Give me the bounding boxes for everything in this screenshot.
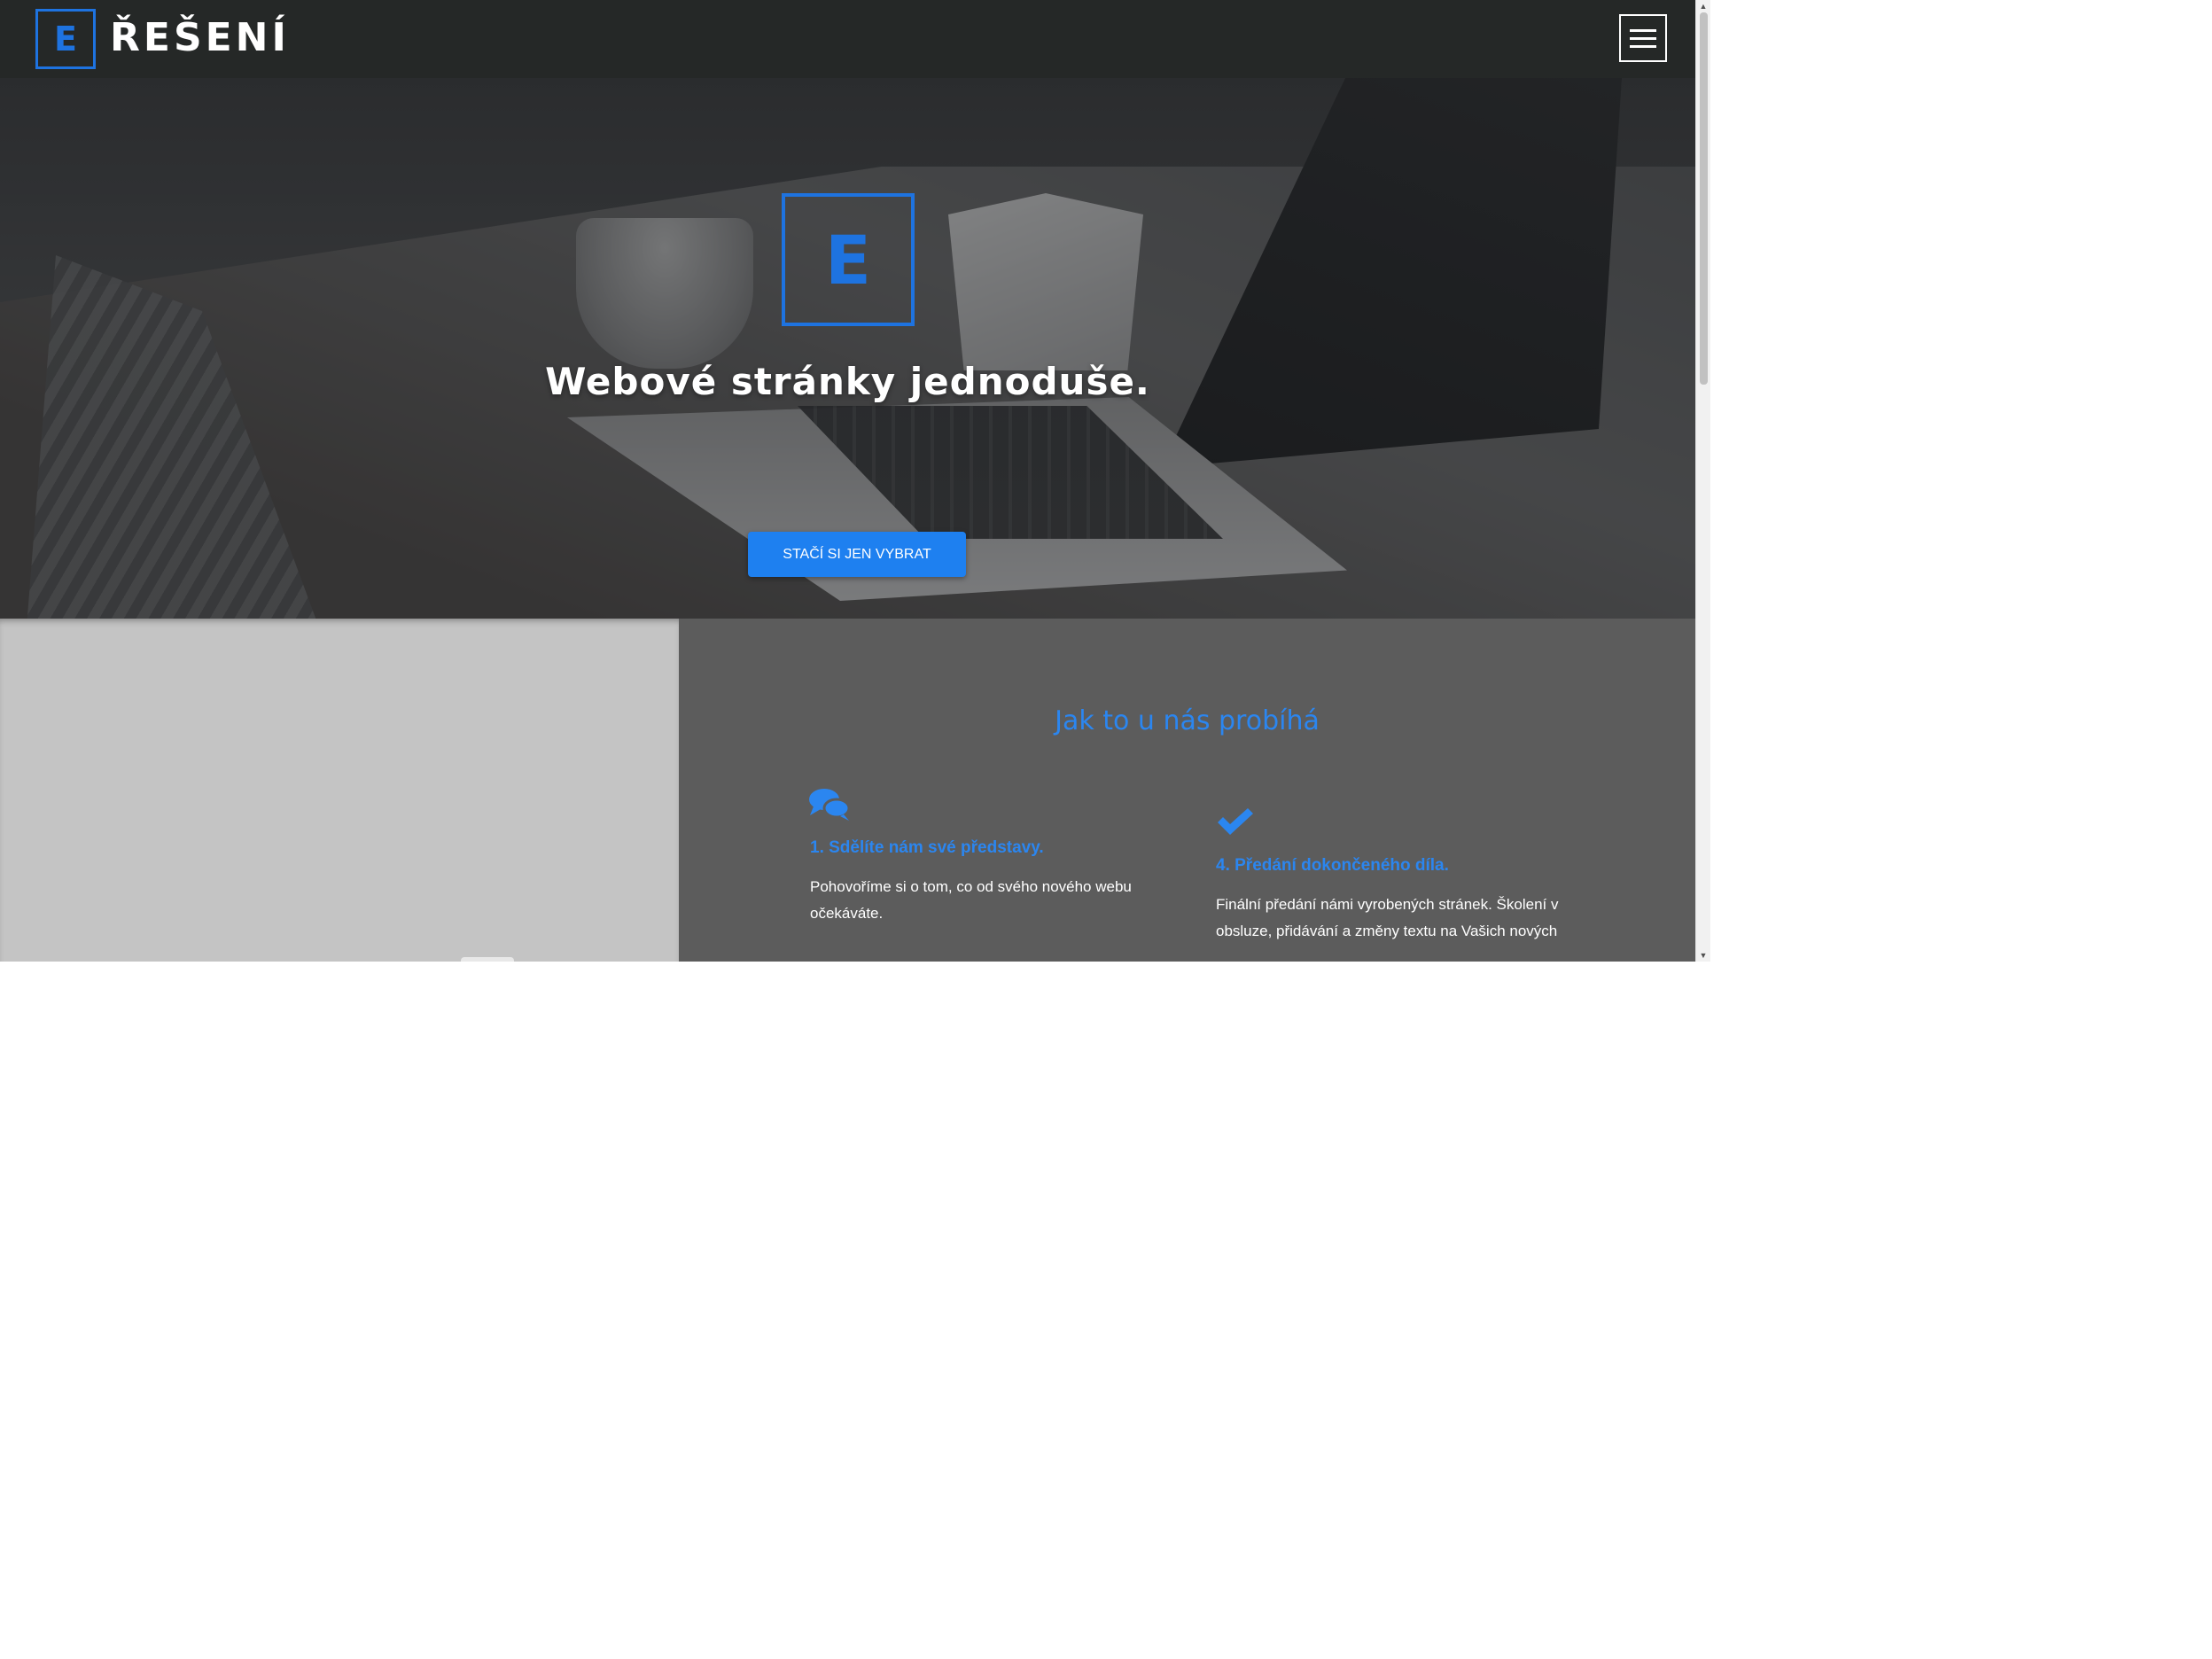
hero-section: E Webové stránky jednoduše. STAČÍ SI JEN… [0, 78, 1695, 619]
process-title: Jak to u nás probíhá [1055, 705, 1320, 736]
step-title: 1. Sdělíte nám své představy. [810, 838, 1044, 857]
vertical-scrollbar[interactable]: ▲ ▼ [1695, 0, 1710, 962]
comments-icon [808, 787, 851, 822]
image-panel-detail [461, 957, 514, 962]
process-section: Jak to u nás probíhá 1. Sdělíte nám své … [679, 619, 1695, 962]
menu-icon [1630, 44, 1656, 48]
scrollbar-thumb[interactable] [1700, 12, 1708, 385]
menu-icon [1630, 36, 1656, 40]
step-title: 4. Předání dokončeného díla. [1216, 856, 1449, 875]
brand-logo[interactable]: E [35, 9, 96, 69]
navbar: E ŘEŠENÍ [0, 0, 1695, 78]
step-text: Pohovoříme si o tom, co od svého nového … [810, 878, 1132, 922]
hero-logo: E [782, 193, 915, 326]
hero-title: Webové stránky jednoduše. [545, 360, 1150, 403]
process-step: 1. Sdělíte nám své představy. Pohovoříme… [808, 787, 1163, 927]
brand-name[interactable]: ŘEŠENÍ [110, 14, 290, 62]
process-step: 4. Předání dokončeného díla. Finální pře… [1214, 805, 1586, 945]
hamburger-menu-button[interactable] [1619, 14, 1667, 62]
menu-icon [1630, 28, 1656, 32]
process-image-panel [0, 619, 679, 962]
step-text: Finální předání námi vyrobených stránek.… [1216, 896, 1559, 939]
browser-viewport: E ŘEŠENÍ E Webové stránky jednoduše. STA… [0, 0, 1710, 962]
check-icon [1214, 805, 1257, 840]
scroll-up-arrow-icon[interactable]: ▲ [1696, 0, 1710, 12]
scroll-down-arrow-icon[interactable]: ▼ [1696, 949, 1710, 962]
choose-website-button[interactable]: STAČÍ SI JEN VYBRAT [748, 532, 966, 577]
